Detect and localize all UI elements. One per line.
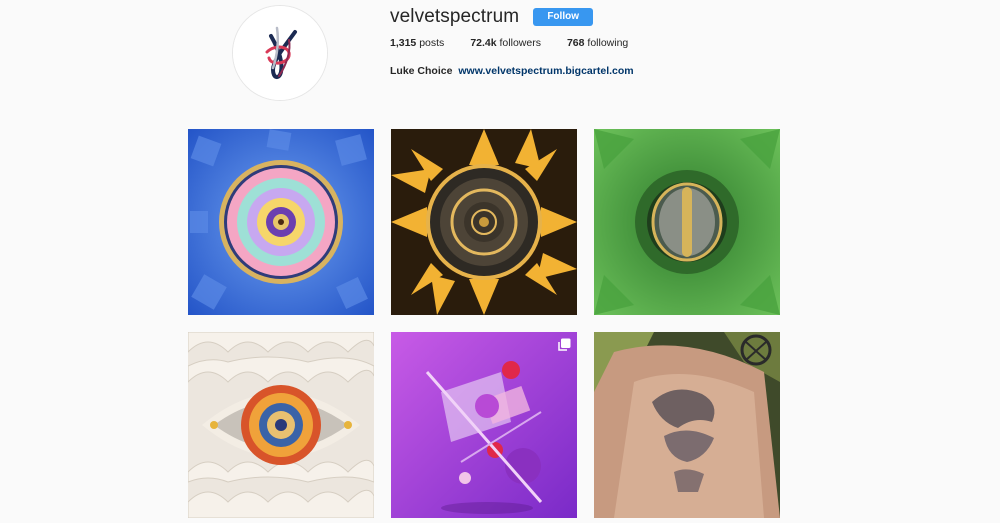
- website-link[interactable]: www.velvetspectrum.bigcartel.com: [458, 65, 633, 77]
- blue-mandala-image-icon: [188, 129, 374, 315]
- green-eye-image-icon: [594, 129, 780, 315]
- post-thumbnail[interactable]: [391, 332, 577, 518]
- posts-count: 1,315: [390, 37, 417, 49]
- username-row: velvetspectrum Follow: [390, 6, 654, 28]
- post-thumbnail[interactable]: [594, 332, 780, 518]
- post-thumbnail[interactable]: [391, 129, 577, 315]
- posts-label: posts: [419, 37, 445, 49]
- multiple-images-icon: [558, 338, 571, 351]
- following-stat[interactable]: 768 following: [567, 37, 628, 49]
- profile-stats: 1,315 posts 72.4k followers 768 followin…: [390, 37, 654, 49]
- post-thumbnail[interactable]: [594, 129, 780, 315]
- posts-grid: [188, 129, 780, 518]
- gold-mandala-image-icon: [391, 129, 577, 315]
- post-thumbnail[interactable]: [188, 129, 374, 315]
- avatar[interactable]: [232, 5, 328, 101]
- following-label: following: [587, 37, 629, 49]
- bio: Luke Choice www.velvetspectrum.bigcartel…: [390, 65, 654, 77]
- following-count: 768: [566, 37, 585, 49]
- velvet-spectrum-logo-icon: [233, 6, 327, 100]
- posts-stat: 1,315 posts: [390, 37, 444, 49]
- white-eye-image-icon: [188, 332, 374, 518]
- followers-count: 72.4k: [470, 37, 497, 49]
- profile-header: velvetspectrum Follow 1,315 posts 72.4k …: [390, 6, 654, 77]
- followers-label: followers: [499, 37, 541, 49]
- full-name: Luke Choice: [390, 65, 453, 77]
- username: velvetspectrum: [390, 6, 520, 27]
- follow-button[interactable]: Follow: [533, 8, 594, 26]
- purple-shapes-image-icon: [391, 332, 577, 518]
- followers-stat[interactable]: 72.4k followers: [470, 37, 541, 49]
- tattoo-photo-image-icon: [594, 332, 780, 518]
- post-thumbnail[interactable]: [188, 332, 374, 518]
